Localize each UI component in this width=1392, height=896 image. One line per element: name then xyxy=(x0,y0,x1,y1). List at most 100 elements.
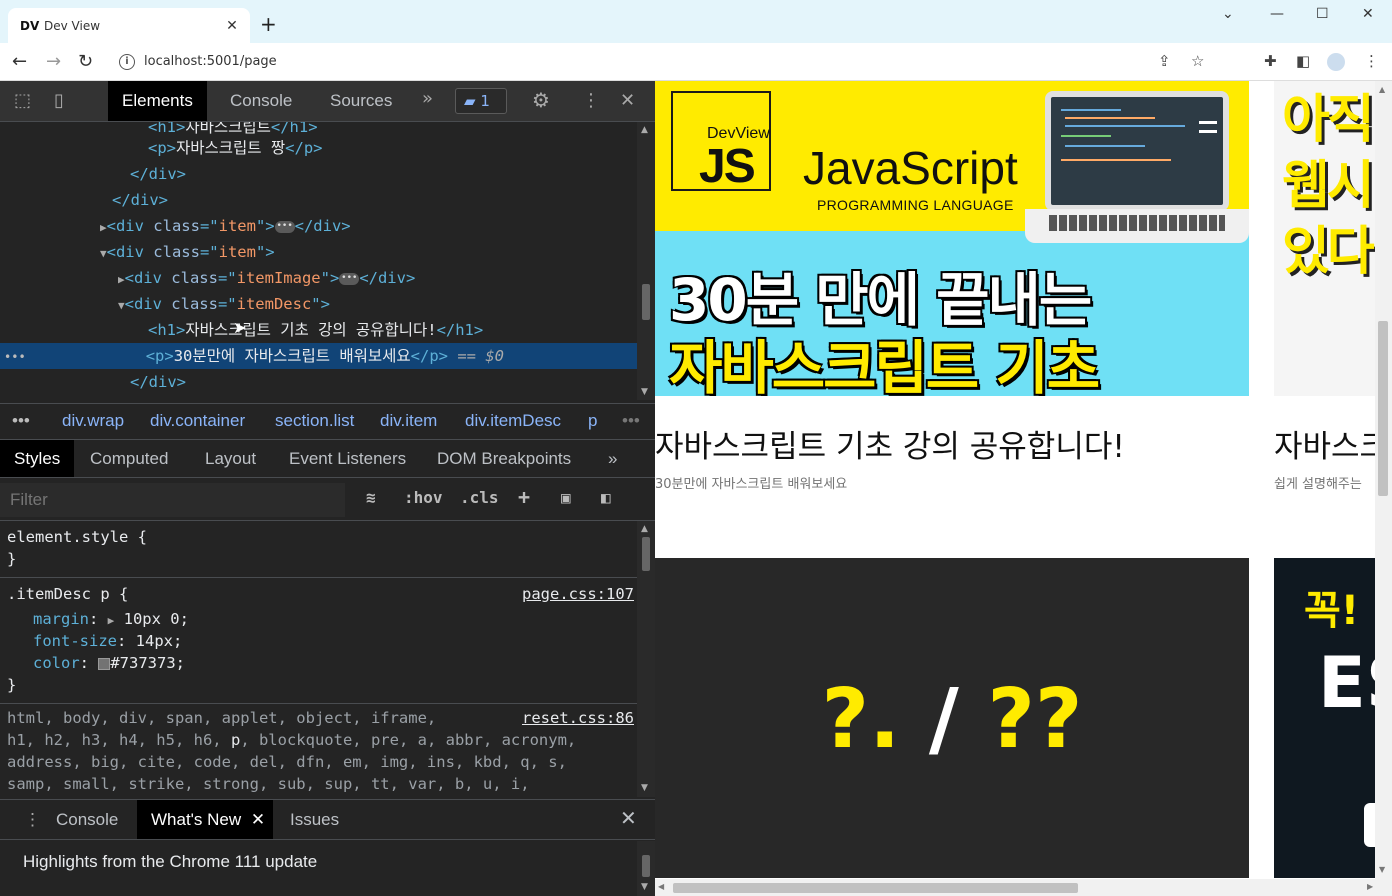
issues-badge[interactable]: ▰ 1 xyxy=(455,88,507,114)
tab-search-icon[interactable]: ⌄ xyxy=(1222,6,1234,22)
new-rule-icon[interactable]: + xyxy=(518,485,530,509)
rule-source-link[interactable]: reset.css:86 xyxy=(522,707,634,729)
inspect-element-icon[interactable]: ⬚ xyxy=(14,90,31,111)
share-icon[interactable]: ⇪ xyxy=(1158,52,1171,70)
tab-computed[interactable]: Computed xyxy=(76,440,182,477)
rule-selector[interactable]: .itemDesc p { xyxy=(7,583,128,605)
dom-node[interactable]: </div> xyxy=(0,161,637,187)
styles-scrollbar[interactable]: ▲ ▼ xyxy=(637,521,655,797)
settings-gear-icon[interactable]: ⚙ xyxy=(532,88,550,112)
css-property-font-size[interactable]: font-size: 14px; xyxy=(33,630,182,652)
reload-icon[interactable]: ↻ xyxy=(78,51,93,72)
dom-node[interactable]: </div> xyxy=(0,369,637,395)
tab-event-listeners[interactable]: Event Listeners xyxy=(275,440,420,477)
css-property-margin[interactable]: margin: ▶ 10px 0; xyxy=(33,608,189,630)
breadcrumb-item[interactable]: div.container xyxy=(150,411,245,431)
thumb-text: ?. / ?? xyxy=(821,672,1083,767)
browser-menu-icon[interactable]: ⋮ xyxy=(1364,52,1379,70)
minimize-icon[interactable]: — xyxy=(1270,6,1284,22)
drawer-tab-console[interactable]: Console xyxy=(42,800,132,839)
window-close-icon[interactable]: ✕ xyxy=(1362,6,1374,22)
divider xyxy=(0,577,637,578)
forward-icon[interactable]: → xyxy=(46,51,61,72)
breadcrumb-item[interactable]: section.list xyxy=(275,411,354,431)
collapse-arrow-icon: ▼ xyxy=(118,299,125,312)
devtools-menu-icon[interactable]: ⋮ xyxy=(582,90,600,111)
site-info-icon[interactable]: i xyxy=(119,54,135,70)
dom-node[interactable]: ▼<div class="itemDesc"> xyxy=(0,291,637,317)
back-icon[interactable]: ← xyxy=(12,51,27,72)
reset-selector[interactable]: h1, h2, h3, h4, h5, h6, p, blockquote, p… xyxy=(7,729,576,751)
hov-toggle[interactable]: :hov xyxy=(404,488,443,507)
breadcrumb-item[interactable]: div.itemDesc xyxy=(465,411,561,431)
devtools-close-icon[interactable]: ✕ xyxy=(620,90,635,111)
bookmark-star-icon[interactable]: ☆ xyxy=(1191,52,1204,70)
tab-console[interactable]: Console xyxy=(216,81,306,121)
scroll-thumb[interactable] xyxy=(1378,321,1388,496)
logo-subtitle: PROGRAMMING LANGUAGE xyxy=(817,197,1014,213)
reset-selector[interactable]: html, body, div, span, applet, object, i… xyxy=(7,707,436,729)
breadcrumb-item[interactable]: p xyxy=(588,411,597,431)
maximize-icon[interactable]: ☐ xyxy=(1316,6,1329,22)
logo-javascript: JavaScript xyxy=(803,142,1018,194)
color-swatch[interactable] xyxy=(98,657,111,670)
side-panel-icon[interactable]: ◧ xyxy=(1296,52,1310,70)
drawer-tab-issues[interactable]: Issues xyxy=(276,800,353,839)
profile-avatar[interactable] xyxy=(1327,53,1345,71)
browser-tab[interactable]: DV Dev View ✕ xyxy=(8,8,250,43)
dom-tree-scrollbar[interactable]: ▲ ▼ xyxy=(637,122,655,400)
tab-dom-breakpoints[interactable]: DOM Breakpoints xyxy=(423,440,585,477)
styles-filter-bar: ≋ :hov .cls + ▣ ◧ xyxy=(0,479,655,521)
dom-node-selected[interactable]: ••• <p>30분만에 자바스크립트 배워보세요</p> == $0 xyxy=(0,343,637,369)
css-layers-icon[interactable]: ≋ xyxy=(366,488,376,507)
page-horizontal-scrollbar[interactable]: ◀ ▶ xyxy=(655,879,1392,896)
collapse-arrow-icon: ▼ xyxy=(100,247,107,260)
drawer-scrollbar[interactable]: ▼ xyxy=(637,841,655,896)
item-thumbnail[interactable]: DevView JS JavaScript PROGRAMMING LANGUA… xyxy=(655,81,1249,396)
breadcrumb-more-icon[interactable]: ••• xyxy=(622,411,640,431)
divider xyxy=(0,703,637,704)
item-thumbnail[interactable]: ?. / ?? xyxy=(655,558,1249,878)
dom-node[interactable]: ▶<div class="item"> ••• </div> xyxy=(0,213,637,239)
breadcrumb-item[interactable]: div.item xyxy=(380,411,437,431)
tab-elements[interactable]: Elements xyxy=(108,81,207,121)
more-tabs-icon[interactable]: » xyxy=(422,88,433,109)
item-title[interactable]: 자바스크립트 기초 강의 공유합니다! xyxy=(655,421,1125,466)
drawer-tab-close-icon[interactable]: ✕ xyxy=(251,800,265,839)
rule-source-link[interactable]: page.css:107 xyxy=(522,583,634,605)
page-vertical-scrollbar[interactable]: ▲ ▼ xyxy=(1375,81,1392,879)
drawer-close-icon[interactable]: ✕ xyxy=(606,800,651,839)
device-toolbar-icon[interactable]: ▯ xyxy=(54,90,64,111)
tab-sources[interactable]: Sources xyxy=(316,81,406,121)
rule-close: } xyxy=(7,550,17,568)
element-style-rule[interactable]: element.style { xyxy=(7,526,147,548)
css-property-color[interactable]: color: #737373; xyxy=(33,652,185,674)
extensions-icon[interactable]: ✚ xyxy=(1264,52,1277,70)
dom-node[interactable]: ▶<div class="itemImage"> ••• </div> xyxy=(0,265,637,291)
url-field[interactable]: localhost:5001/page xyxy=(144,54,277,69)
more-subtabs-icon[interactable]: » xyxy=(594,440,631,477)
breadcrumb-overflow-icon[interactable]: ••• xyxy=(12,411,30,431)
styles-pane: element.style { } .itemDesc p { page.css… xyxy=(0,521,637,797)
styles-filter-input[interactable] xyxy=(0,483,345,517)
tab-favicon: DV xyxy=(20,18,40,33)
new-tab-icon[interactable]: + xyxy=(260,12,277,36)
dom-node[interactable]: <p>자바스크립트 짱</p> xyxy=(0,135,637,161)
toggle-sidebar-icon[interactable]: ◧ xyxy=(601,488,611,507)
breadcrumb-item[interactable]: div.wrap xyxy=(62,411,124,431)
dom-node[interactable]: ▼<div class="item"> xyxy=(0,239,637,265)
scroll-thumb[interactable] xyxy=(673,883,1078,893)
tab-styles[interactable]: Styles xyxy=(0,440,75,477)
dom-node[interactable]: <h1>자바스크립트 기초 강의 공유합니다!</h1> xyxy=(0,317,637,343)
rendering-emulation-icon[interactable]: ▣ xyxy=(561,488,571,507)
tab-close-icon[interactable]: ✕ xyxy=(222,18,242,34)
expand-arrow-icon: ▶ xyxy=(118,273,125,286)
tab-layout[interactable]: Layout xyxy=(191,440,270,477)
reset-selector[interactable]: samp, small, strike, strong, sub, sup, t… xyxy=(7,773,530,795)
dom-node[interactable]: </div> xyxy=(0,187,637,213)
tab-title: Dev View xyxy=(44,18,101,33)
item-title[interactable]: 자바스크 xyxy=(1274,421,1388,466)
reset-selector[interactable]: address, big, cite, code, del, dfn, em, … xyxy=(7,751,567,773)
cls-toggle[interactable]: .cls xyxy=(460,488,499,507)
drawer-tab-whats-new[interactable]: What's New ✕ xyxy=(137,800,274,839)
